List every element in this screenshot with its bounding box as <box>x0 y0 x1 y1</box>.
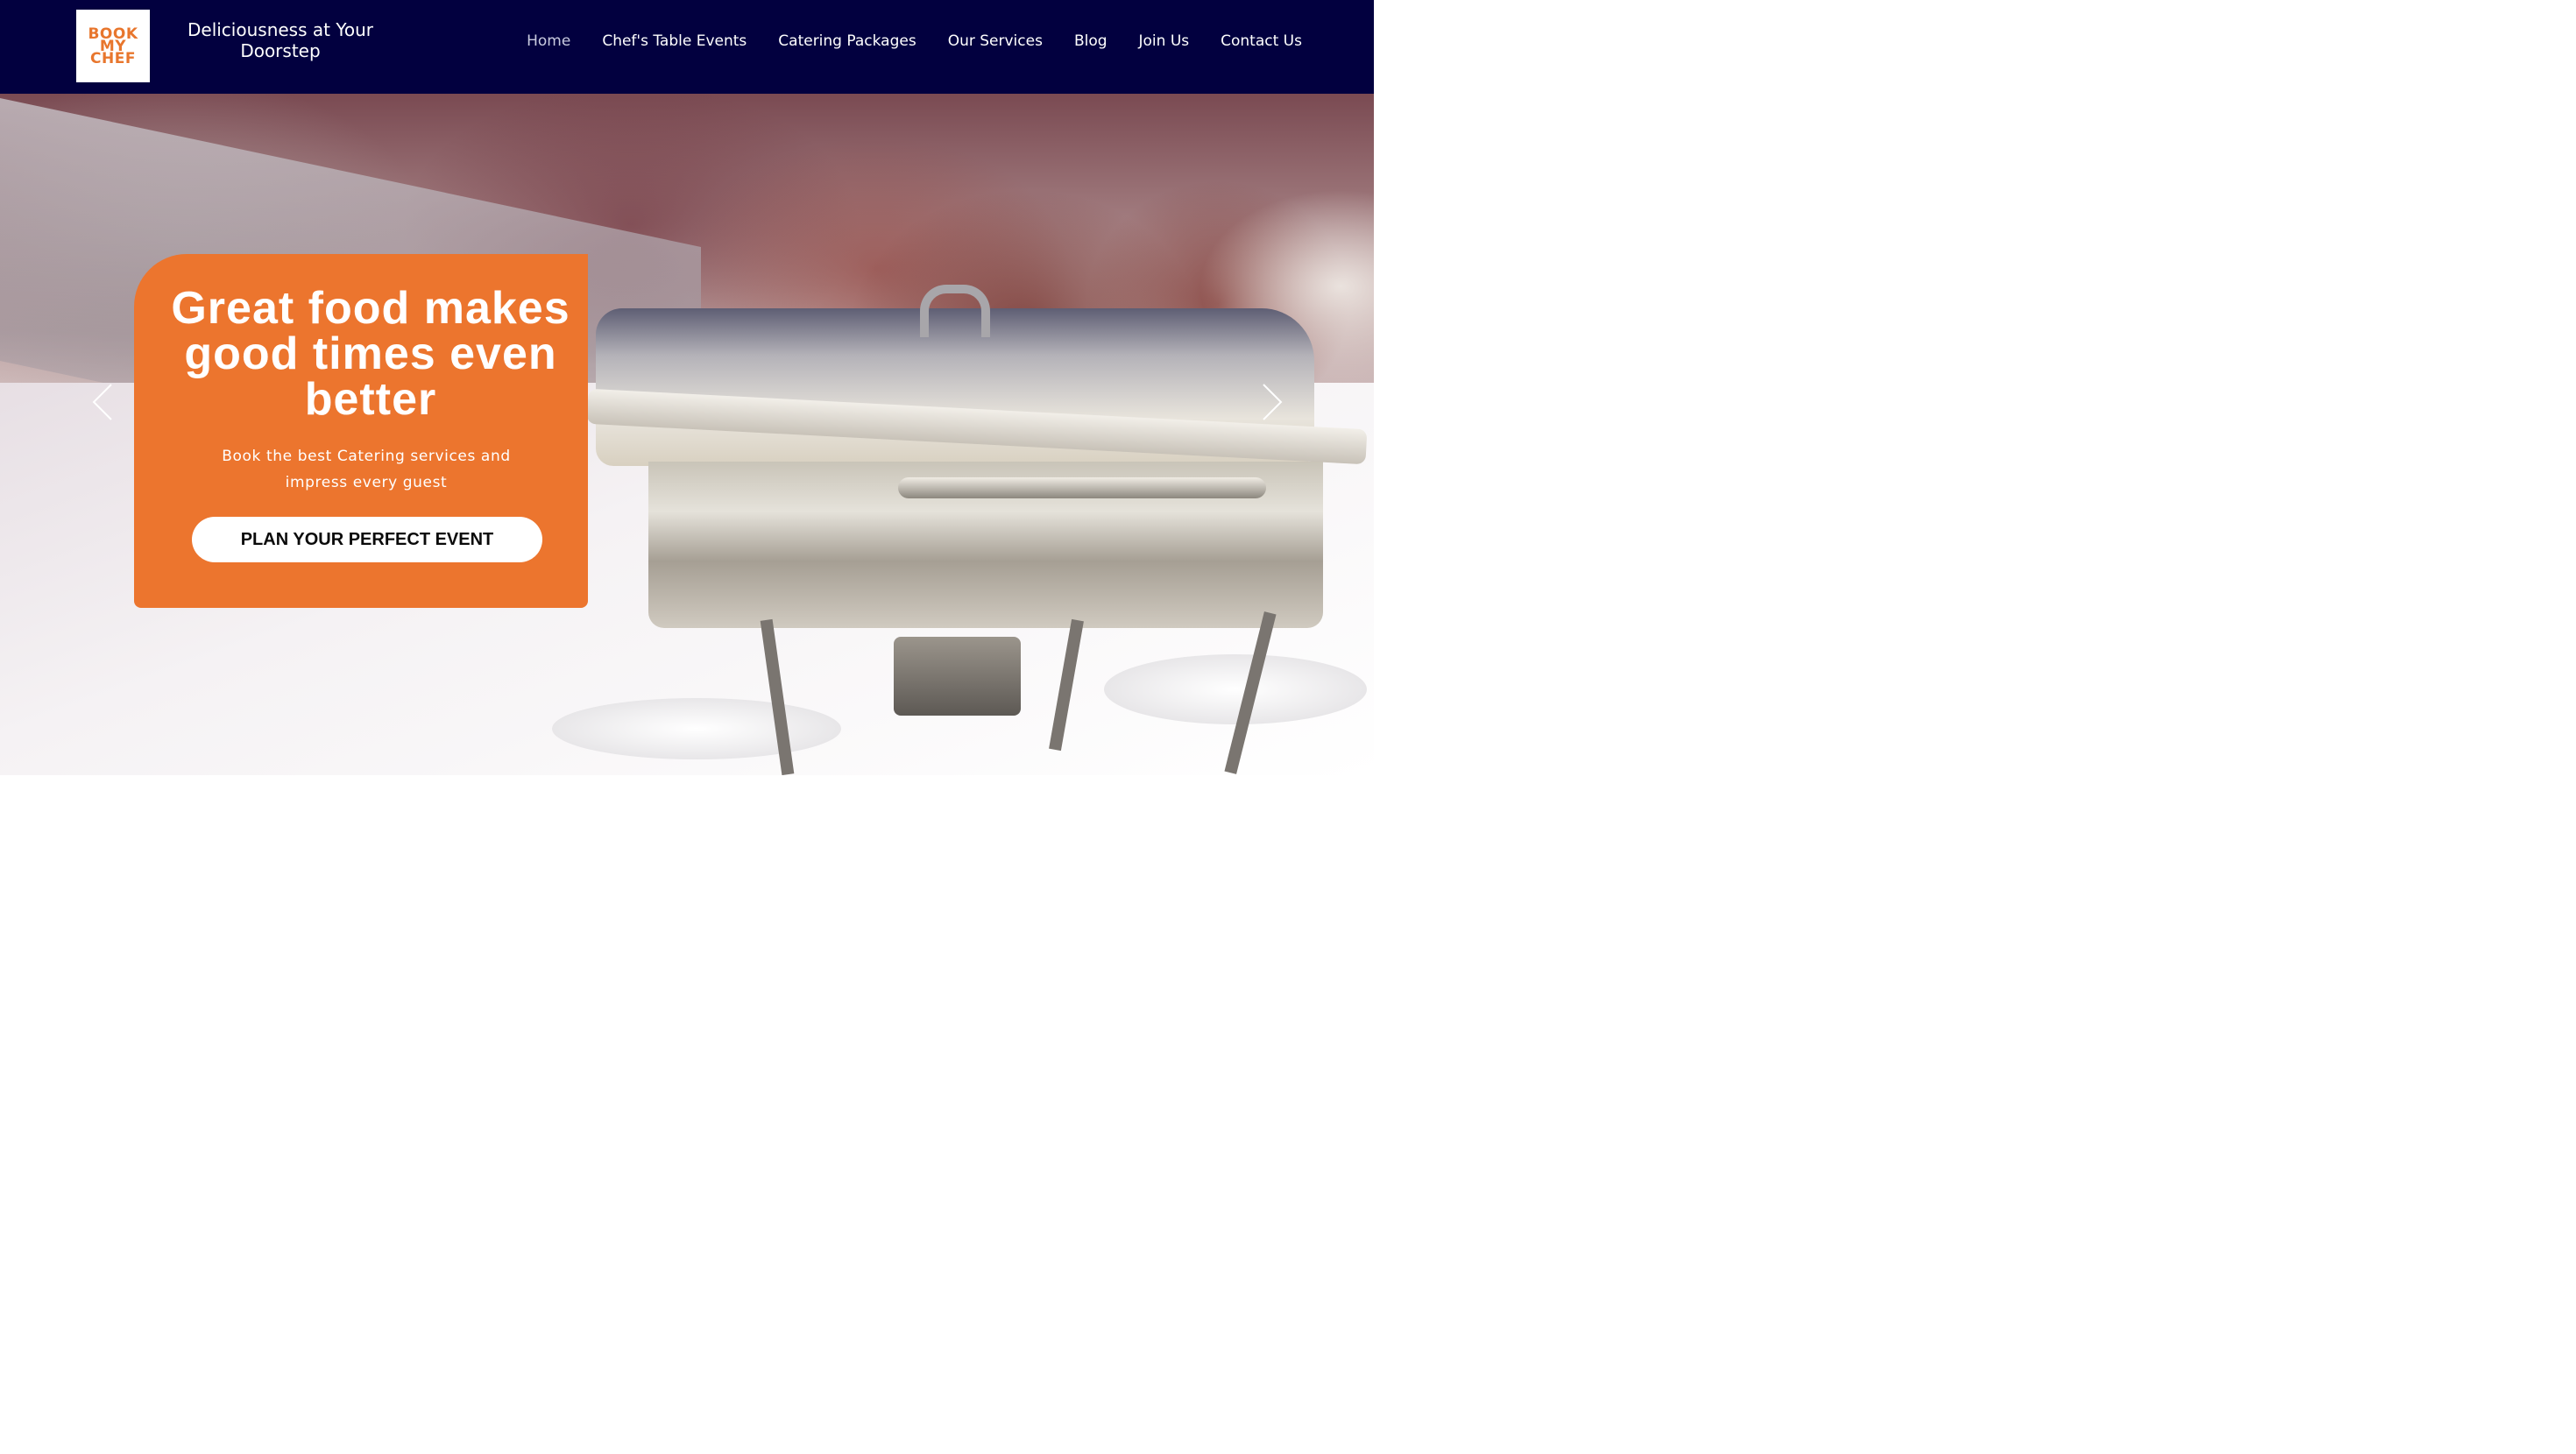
nav-item-blog[interactable]: Blog <box>1074 32 1108 50</box>
chafer-side-handle <box>898 477 1266 498</box>
hero-subtitle: Book the best Catering services and impr… <box>222 448 511 491</box>
nav-item-our-services[interactable]: Our Services <box>948 32 1043 50</box>
carousel-next-button[interactable] <box>1262 383 1283 421</box>
site-header: BOOK MY CHEF Deliciousness at Your Doors… <box>0 0 1374 94</box>
hero-title: Great food makes good times even better <box>171 283 570 425</box>
nav-item-catering-packages[interactable]: Catering Packages <box>778 32 916 50</box>
nav-item-contact-us[interactable]: Contact Us <box>1221 32 1302 50</box>
plan-event-button[interactable]: PLAN YOUR PERFECT EVENT <box>192 517 542 562</box>
site-tagline: Deliciousness at Your Doorstep <box>187 19 374 61</box>
chevron-left-icon <box>92 384 112 420</box>
hero-promo-card: Great food makes good times even better … <box>134 254 588 608</box>
logo-line-chef: CHEF <box>90 49 136 67</box>
nav-item-chefs-table-events[interactable]: Chef's Table Events <box>602 32 747 50</box>
chafer-lid-handle <box>920 285 990 337</box>
nav-item-join-us[interactable]: Join Us <box>1139 32 1190 50</box>
burner-cup <box>894 637 1021 716</box>
nav-item-home[interactable]: Home <box>527 32 570 50</box>
logo-wordmark: BOOK MY CHEF <box>88 26 138 67</box>
main-nav: Home Chef's Table Events Catering Packag… <box>495 32 1302 50</box>
carousel-prev-button[interactable] <box>92 383 113 421</box>
plate <box>552 698 841 759</box>
book-my-chef-logo[interactable]: BOOK MY CHEF <box>76 10 150 82</box>
chevron-right-icon <box>1263 384 1283 420</box>
plate <box>1104 654 1367 724</box>
